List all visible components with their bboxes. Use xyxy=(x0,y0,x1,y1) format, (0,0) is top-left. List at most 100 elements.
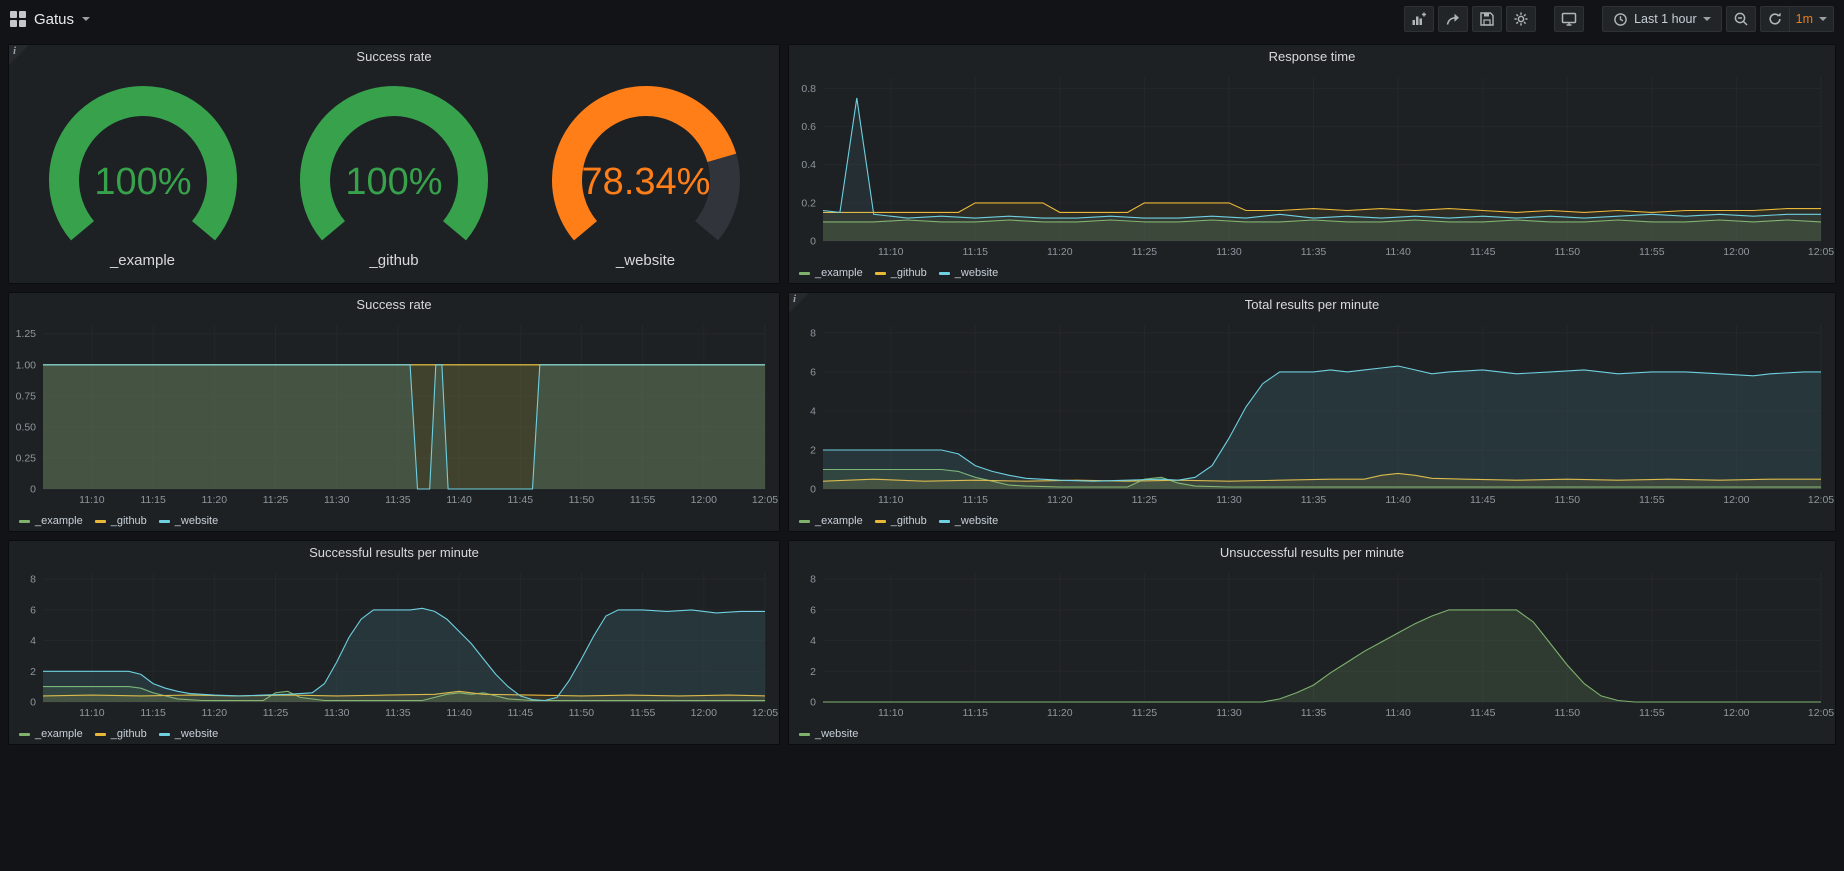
time-range-picker[interactable]: Last 1 hour xyxy=(1602,6,1722,32)
panel-title[interactable]: Unsuccessful results per minute xyxy=(789,541,1835,565)
monitor-icon xyxy=(1561,11,1577,27)
refresh-interval-picker[interactable]: 1m xyxy=(1790,6,1834,32)
unsuccessful-results-chart[interactable]: 0246811:1011:1511:2011:2511:3011:3511:40… xyxy=(789,565,1835,744)
refresh-group: 1m xyxy=(1760,6,1834,32)
chart-legend: _example _github _website xyxy=(789,263,1835,283)
legend-label: _github xyxy=(891,267,927,279)
legend-item-_website[interactable]: _website xyxy=(939,267,998,279)
chart-canvas: 00.250.500.751.001.2511:1011:1511:2011:2… xyxy=(9,317,779,511)
gauge-value: 100% xyxy=(94,161,191,203)
share-button[interactable] xyxy=(1438,6,1468,32)
legend-swatch xyxy=(159,733,170,736)
series-area xyxy=(823,98,1821,241)
legend-swatch xyxy=(875,272,886,275)
series-_website xyxy=(823,366,1821,489)
svg-text:11:10: 11:10 xyxy=(878,707,904,719)
legend-label: _example xyxy=(35,515,83,527)
legend-item-_github[interactable]: _github xyxy=(875,267,927,279)
legend-swatch xyxy=(159,520,170,523)
svg-text:4: 4 xyxy=(810,635,816,647)
save-icon xyxy=(1479,11,1495,27)
panel-info-icon[interactable]: i xyxy=(789,293,809,313)
legend-item-_github[interactable]: _github xyxy=(875,515,927,527)
total-results-chart[interactable]: 0246811:1011:1511:2011:2511:3011:3511:40… xyxy=(789,317,1835,531)
panel-total-results: i Total results per minute 0246811:1011:… xyxy=(788,292,1836,532)
legend-item-_github[interactable]: _github xyxy=(95,728,147,740)
add-panel-button[interactable] xyxy=(1404,6,1434,32)
svg-text:0: 0 xyxy=(810,236,816,248)
svg-text:11:10: 11:10 xyxy=(79,494,105,506)
legend-item-_website[interactable]: _website xyxy=(159,515,218,527)
svg-text:11:30: 11:30 xyxy=(324,494,350,506)
legend-item-_example[interactable]: _example xyxy=(799,515,863,527)
svg-text:8: 8 xyxy=(810,574,816,586)
legend-item-_website[interactable]: _website xyxy=(159,728,218,740)
chart-canvas: 0246811:1011:1511:2011:2511:3011:3511:40… xyxy=(789,317,1835,511)
svg-text:11:45: 11:45 xyxy=(1470,707,1496,719)
svg-text:6: 6 xyxy=(810,366,816,378)
success-rate-chart[interactable]: 00.250.500.751.001.2511:1011:1511:2011:2… xyxy=(9,317,779,531)
svg-text:11:25: 11:25 xyxy=(263,494,289,506)
legend-item-_example[interactable]: _example xyxy=(19,728,83,740)
panel-title[interactable]: Total results per minute xyxy=(789,293,1835,317)
gauges-container: 100%_example100%_github78.34%_website xyxy=(9,69,779,283)
svg-text:8: 8 xyxy=(810,327,816,339)
svg-text:11:15: 11:15 xyxy=(962,494,988,506)
svg-text:0: 0 xyxy=(810,697,816,709)
settings-button[interactable] xyxy=(1506,6,1536,32)
series-_website xyxy=(43,365,765,489)
svg-text:1.25: 1.25 xyxy=(16,328,37,340)
chevron-down-icon xyxy=(82,17,90,21)
panel-info-icon[interactable]: i xyxy=(9,45,29,65)
svg-text:12:00: 12:00 xyxy=(1723,246,1749,258)
svg-text:12:05: 12:05 xyxy=(1808,246,1834,258)
svg-text:11:20: 11:20 xyxy=(202,707,228,719)
legend-swatch xyxy=(799,733,810,736)
svg-text:11:25: 11:25 xyxy=(1132,707,1158,719)
dashboard-row-3: Successful results per minute 0246811:10… xyxy=(8,540,1836,745)
gauge-canvas: 100% xyxy=(276,84,512,252)
panel-successful-results: Successful results per minute 0246811:10… xyxy=(8,540,780,745)
dashboard-title[interactable]: Gatus xyxy=(34,11,74,28)
legend-label: _website xyxy=(815,728,858,740)
panel-body: 00.20.40.60.811:1011:1511:2011:2511:3011… xyxy=(789,69,1835,283)
zoom-out-button[interactable] xyxy=(1726,6,1756,32)
navbar-left: Gatus xyxy=(10,11,90,28)
svg-text:4: 4 xyxy=(810,405,816,417)
legend-item-_github[interactable]: _github xyxy=(95,515,147,527)
panel-body: 0246811:1011:1511:2011:2511:3011:3511:40… xyxy=(789,317,1835,531)
add-panel-icon xyxy=(1411,11,1427,27)
series-line xyxy=(823,98,1821,218)
series-area xyxy=(823,366,1821,489)
svg-text:11:40: 11:40 xyxy=(446,707,472,719)
panel-title[interactable]: Success rate xyxy=(9,45,779,69)
panel-title[interactable]: Successful results per minute xyxy=(9,541,779,565)
legend-item-_website[interactable]: _website xyxy=(799,728,858,740)
successful-results-chart[interactable]: 0246811:1011:1511:2011:2511:3011:3511:40… xyxy=(9,565,779,744)
svg-text:11:45: 11:45 xyxy=(508,707,534,719)
svg-text:0.25: 0.25 xyxy=(16,452,37,464)
svg-text:11:45: 11:45 xyxy=(1470,246,1496,258)
refresh-button[interactable] xyxy=(1760,6,1790,32)
clock-icon xyxy=(1613,12,1628,27)
dashboard-grid-icon[interactable] xyxy=(10,11,26,27)
panel-title[interactable]: Success rate xyxy=(9,293,779,317)
legend-swatch xyxy=(95,733,106,736)
tv-mode-button[interactable] xyxy=(1554,6,1584,32)
svg-text:12:00: 12:00 xyxy=(691,707,717,719)
legend-item-_website[interactable]: _website xyxy=(939,515,998,527)
save-button[interactable] xyxy=(1472,6,1502,32)
svg-text:11:35: 11:35 xyxy=(1301,246,1327,258)
panel-title[interactable]: Response time xyxy=(789,45,1835,69)
response-time-chart[interactable]: 00.20.40.60.811:1011:1511:2011:2511:3011… xyxy=(789,69,1835,283)
legend-item-_example[interactable]: _example xyxy=(19,515,83,527)
svg-text:12:00: 12:00 xyxy=(1723,707,1749,719)
navbar: Gatus Last 1 hour xyxy=(0,0,1844,38)
svg-text:11:15: 11:15 xyxy=(962,246,988,258)
svg-text:11:20: 11:20 xyxy=(202,494,228,506)
refresh-icon xyxy=(1767,11,1783,27)
svg-text:11:15: 11:15 xyxy=(140,707,166,719)
legend-swatch xyxy=(939,272,950,275)
legend-item-_example[interactable]: _example xyxy=(799,267,863,279)
svg-text:11:30: 11:30 xyxy=(1216,246,1242,258)
